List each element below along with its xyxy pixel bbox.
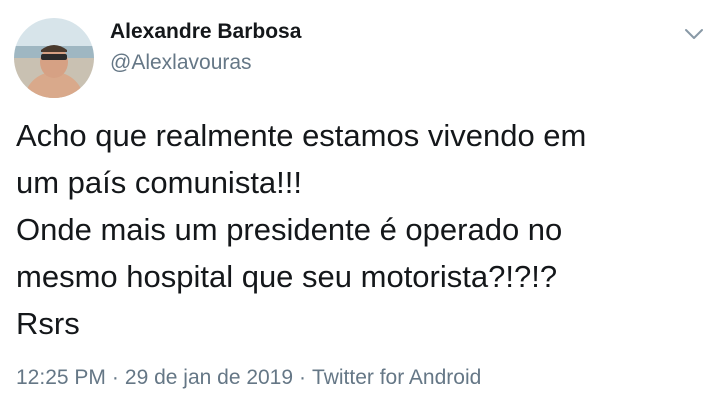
tweet-date[interactable]: 29 de jan de 2019: [125, 366, 293, 389]
tweet-text-line: Rsrs: [16, 306, 80, 341]
tweet-text: Acho que realmente estamos vivendo em um…: [16, 112, 706, 347]
tweet-time[interactable]: 12:25 PM: [16, 366, 106, 389]
meta-separator: ·: [111, 366, 119, 389]
author-name[interactable]: Alexandre Barbosa: [110, 18, 301, 46]
tweet-text-line: um país comunista!!!: [16, 165, 303, 200]
tweet-source[interactable]: Twitter for Android: [312, 366, 481, 389]
meta-separator: ·: [299, 366, 307, 389]
avatar[interactable]: [14, 18, 94, 98]
author-handle[interactable]: @Alexlavouras: [110, 49, 252, 77]
tweet-text-line: mesmo hospital que seu motorista?!?!?: [16, 259, 558, 294]
tweet-meta: 12:25 PM · 29 de jan de 2019 · Twitter for A…: [16, 364, 481, 392]
chevron-down-icon[interactable]: [682, 22, 706, 46]
tweet-card: Alexandre Barbosa @Alexlavouras Acho que…: [0, 0, 720, 413]
avatar-photo: [14, 18, 94, 98]
tweet-text-line: Acho que realmente estamos vivendo em: [16, 118, 587, 153]
tweet-text-line: Onde mais um presidente é operado no: [16, 212, 563, 247]
